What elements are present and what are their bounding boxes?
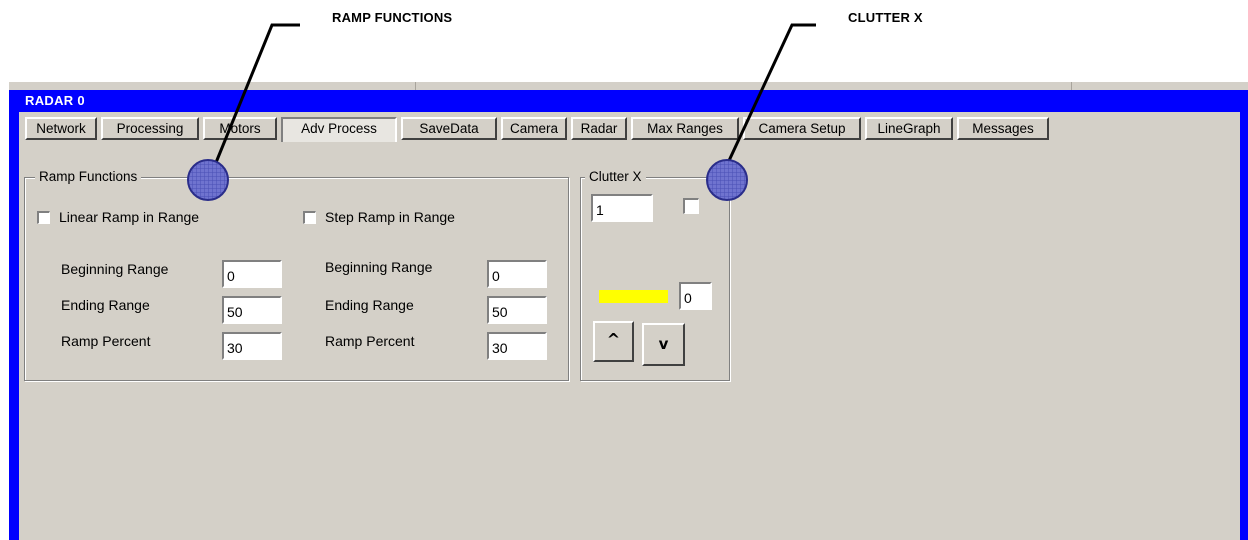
tab-camera-setup[interactable]: Camera Setup bbox=[743, 117, 861, 140]
tab-motors[interactable]: Motors bbox=[203, 117, 277, 140]
clutter-x-checkbox[interactable] bbox=[683, 198, 699, 214]
linear-ramp-checkbox[interactable] bbox=[37, 211, 50, 224]
clutter-x-value-input[interactable]: 1 bbox=[591, 194, 653, 222]
linear-ending-range-label: Ending Range bbox=[61, 297, 150, 313]
clutter-down-button[interactable]: v bbox=[642, 323, 685, 366]
linear-ramp-percent-label: Ramp Percent bbox=[61, 333, 151, 349]
tab-camera[interactable]: Camera bbox=[501, 117, 567, 140]
step-ending-range-input[interactable]: 50 bbox=[487, 296, 547, 324]
linear-ramp-label: Linear Ramp in Range bbox=[59, 209, 200, 225]
step-ramp-label: Step Ramp in Range bbox=[325, 209, 455, 225]
tab-savedata[interactable]: SaveData bbox=[401, 117, 497, 140]
chrome-divider bbox=[415, 82, 416, 90]
tab-radar[interactable]: Radar bbox=[571, 117, 627, 140]
step-beginning-range-label: Beginning Range bbox=[325, 259, 433, 275]
panel-content: Network Processing Motors Adv Process Sa… bbox=[19, 112, 1240, 540]
tab-linegraph[interactable]: LineGraph bbox=[865, 117, 953, 140]
tab-adv-process[interactable]: Adv Process bbox=[281, 117, 397, 142]
clutter-up-button[interactable]: ^ bbox=[593, 321, 634, 362]
tab-processing[interactable]: Processing bbox=[101, 117, 199, 140]
step-ending-range-label: Ending Range bbox=[325, 297, 414, 313]
step-ramp-percent-input[interactable]: 30 bbox=[487, 332, 547, 360]
callout-label-ramp-functions: RAMP FUNCTIONS bbox=[332, 10, 453, 25]
clutter-color-swatch bbox=[599, 290, 668, 303]
chrome-divider bbox=[1071, 82, 1072, 90]
step-ramp-checkbox[interactable] bbox=[303, 211, 316, 224]
linear-ending-range-input[interactable]: 50 bbox=[222, 296, 282, 324]
step-beginning-range-input[interactable]: 0 bbox=[487, 260, 547, 288]
panel-title: RADAR 0 bbox=[25, 93, 85, 108]
ramp-functions-group: Ramp Functions Linear Ramp in Range Step… bbox=[24, 169, 569, 381]
clutter-level-input[interactable]: 0 bbox=[679, 282, 712, 310]
linear-ramp-percent-input[interactable]: 30 bbox=[222, 332, 282, 360]
radar-panel: RADAR 0 Network Processing Motors Adv Pr… bbox=[9, 90, 1248, 540]
ramp-functions-legend: Ramp Functions bbox=[35, 169, 142, 184]
linear-beginning-range-input[interactable]: 0 bbox=[222, 260, 282, 288]
clutter-x-legend: Clutter X bbox=[585, 169, 646, 184]
callout-label-clutter-x: CLUTTER X bbox=[848, 10, 923, 25]
tab-max-ranges[interactable]: Max Ranges bbox=[631, 117, 739, 140]
tab-network[interactable]: Network bbox=[25, 117, 97, 140]
step-ramp-percent-label: Ramp Percent bbox=[325, 333, 415, 349]
tab-messages[interactable]: Messages bbox=[957, 117, 1049, 140]
linear-beginning-range-label: Beginning Range bbox=[61, 261, 169, 277]
clutter-x-group: Clutter X 1 0 ^ v bbox=[580, 169, 730, 381]
